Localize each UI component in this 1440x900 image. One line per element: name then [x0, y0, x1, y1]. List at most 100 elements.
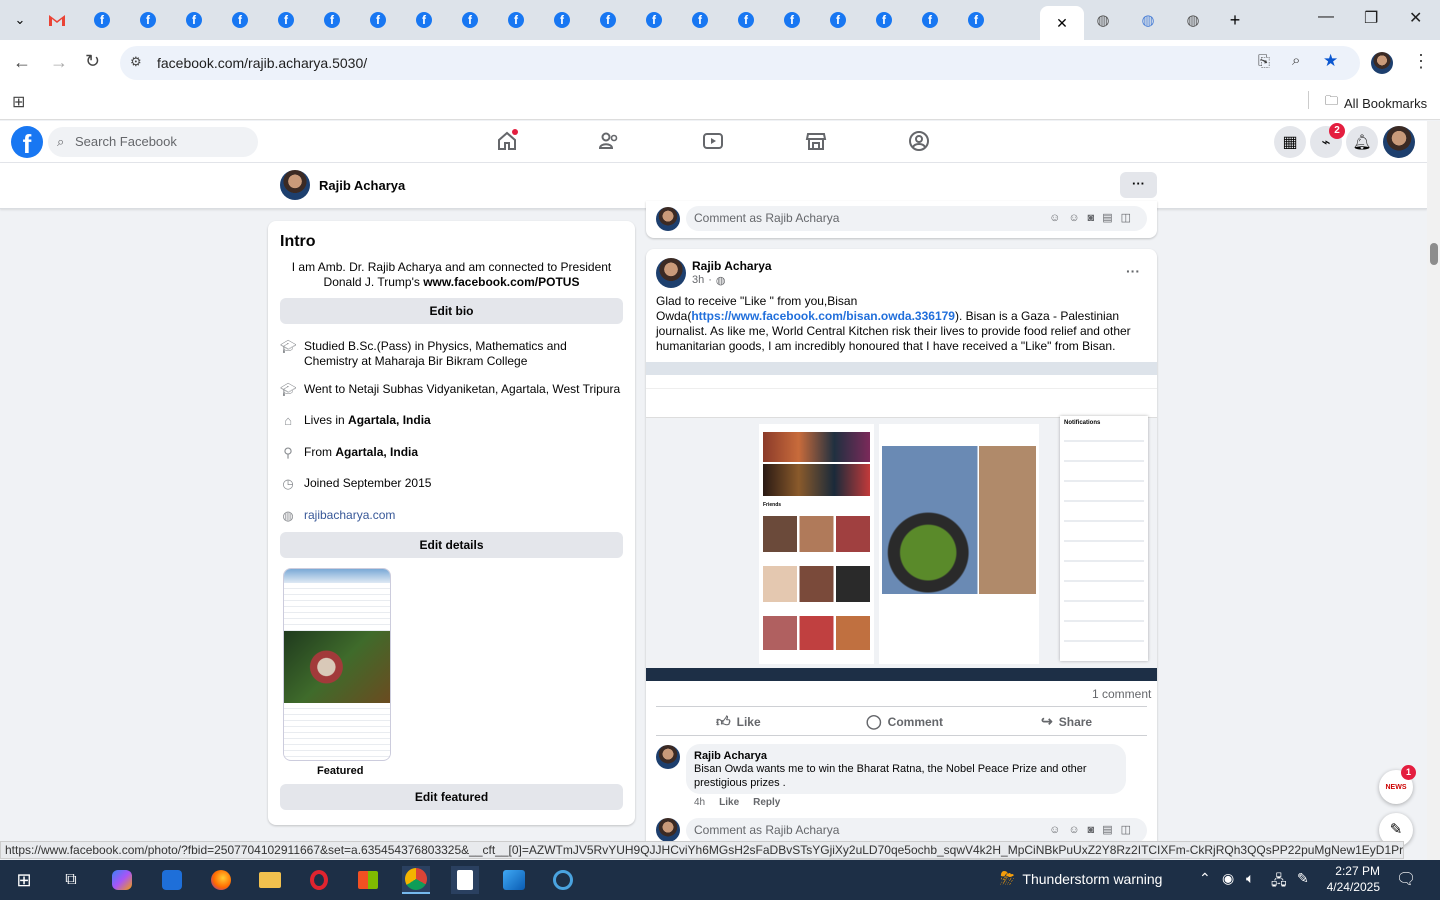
tab-facebook[interactable]: f [547, 6, 577, 34]
clock[interactable]: 2:27 PM 4/24/2025 [1320, 863, 1380, 895]
video-icon[interactable] [701, 129, 725, 153]
search-input[interactable]: ⌕ Search Facebook [48, 127, 258, 157]
comment-author[interactable]: Rajib Acharya [694, 750, 1118, 762]
forward-button[interactable]: → [50, 52, 68, 73]
page-scrollbar[interactable] [1427, 121, 1440, 860]
weather-widget[interactable]: ⛈ Thunderstorm warning [1000, 868, 1162, 889]
comment-input[interactable]: Comment as Rajib Acharya ☺☺◙▤◫ [686, 818, 1147, 843]
comment-tools-icons[interactable]: ☺☺◙▤◫ [1049, 818, 1139, 843]
comment-like-button[interactable]: Like [719, 797, 739, 808]
comment-time[interactable]: 4h [694, 797, 705, 808]
apps-grid-icon[interactable]: ⊞ [12, 92, 25, 112]
post-author-avatar[interactable] [656, 258, 686, 288]
tab-search-dropdown[interactable]: ⌄ [5, 6, 35, 34]
app-button-blue[interactable] [158, 866, 186, 894]
network-icon[interactable]: 🖧 [1271, 870, 1287, 894]
pen-icon[interactable]: ✎ [1297, 870, 1309, 887]
tab-facebook[interactable]: f [639, 6, 669, 34]
tab-facebook[interactable]: f [87, 6, 117, 34]
address-bar[interactable]: ⚙ facebook.com/rajib.acharya.5030/ ⎘ ⌕ ★ [120, 46, 1360, 80]
menu-grid-button[interactable]: ▦ [1274, 126, 1306, 158]
tab-facebook[interactable]: f [869, 6, 899, 34]
home-icon[interactable] [495, 129, 519, 153]
store-button[interactable] [354, 866, 382, 894]
comment-count[interactable]: 1 comment [1092, 687, 1151, 701]
tab-globe-1[interactable]: ◍ [1088, 6, 1118, 34]
volume-icon[interactable]: 🔈︎ [1246, 870, 1254, 887]
photos-button[interactable] [500, 866, 528, 894]
record-icon[interactable]: ◉ [1222, 870, 1234, 887]
show-hidden-icons-button[interactable]: ⌃ [1199, 870, 1211, 887]
tab-facebook[interactable]: f [455, 6, 485, 34]
profile-avatar[interactable] [280, 170, 310, 200]
intro-item-place[interactable]: Agartala, India [335, 445, 418, 459]
copilot-button[interactable] [108, 866, 136, 894]
tab-facebook[interactable]: f [685, 6, 715, 34]
tab-facebook[interactable]: f [823, 6, 853, 34]
bookmark-star-icon[interactable]: ★ [1323, 51, 1338, 71]
more-options-button[interactable]: ··· [1120, 172, 1157, 198]
zoom-icon[interactable]: ⌕ [1292, 52, 1300, 69]
tab-facebook[interactable]: f [593, 6, 623, 34]
tab-facebook[interactable]: f [317, 6, 347, 34]
url-text[interactable]: facebook.com/rajib.acharya.5030/ [157, 55, 367, 71]
task-view-button[interactable]: ⧉ [57, 866, 85, 894]
new-tab-button[interactable]: + [1220, 6, 1250, 34]
tab-facebook[interactable]: f [133, 6, 163, 34]
tab-facebook[interactable]: f [777, 6, 807, 34]
firefox-button[interactable] [207, 866, 235, 894]
post-time[interactable]: 3h [692, 274, 704, 287]
tab-facebook[interactable]: f [179, 6, 209, 34]
start-button[interactable]: ⊞ [10, 866, 38, 894]
edit-bio-button[interactable]: Edit bio [280, 298, 623, 324]
website-link[interactable]: rajibacharya.com [304, 508, 395, 524]
file-explorer-button[interactable] [256, 866, 284, 894]
minimize-button[interactable]: — [1318, 8, 1334, 26]
friends-icon[interactable] [597, 129, 621, 153]
back-button[interactable]: ← [13, 52, 31, 73]
chrome-button[interactable] [402, 866, 430, 894]
tab-globe-2[interactable]: ◍ [1133, 6, 1163, 34]
tab-facebook[interactable]: f [731, 6, 761, 34]
scrollbar-thumb[interactable] [1430, 243, 1438, 265]
share-button[interactable]: ↪ Share [1041, 713, 1092, 730]
browser-menu-icon[interactable]: ⋮ [1412, 51, 1430, 72]
groups-icon[interactable] [907, 129, 931, 153]
edit-featured-button[interactable]: Edit featured [280, 784, 623, 810]
marketplace-icon[interactable] [804, 129, 828, 153]
notification-center-icon[interactable]: 🗨︎ [1396, 869, 1416, 889]
tab-facebook[interactable]: f [961, 6, 991, 34]
facebook-logo[interactable]: f [11, 126, 43, 158]
notepad-button[interactable] [451, 866, 479, 894]
comment-reply-button[interactable]: Reply [753, 797, 780, 808]
tab-active-facebook[interactable]: ✕ [1040, 6, 1084, 40]
site-info-icon[interactable]: ⚙ [130, 54, 142, 70]
tab-globe-3[interactable]: ◍ [1178, 6, 1208, 34]
restore-button[interactable]: ❐ [1364, 8, 1378, 28]
account-avatar[interactable] [1383, 126, 1415, 158]
tab-gmail[interactable] [42, 6, 72, 34]
post-options-icon[interactable]: ··· [1126, 263, 1140, 279]
close-icon[interactable]: ✕ [1056, 15, 1068, 32]
snipping-button[interactable] [549, 866, 577, 894]
opera-button[interactable] [305, 866, 333, 894]
install-app-icon[interactable]: ⎘ [1258, 53, 1270, 70]
news-bubble-button[interactable]: NEWS 1 [1379, 765, 1416, 804]
edit-details-button[interactable]: Edit details [280, 532, 623, 558]
post-photo[interactable]: Friends Notifications [646, 362, 1157, 681]
post-author[interactable]: Rajib Acharya [692, 259, 772, 273]
bio-link[interactable]: www.facebook.com/POTUS [423, 275, 579, 289]
all-bookmarks-button[interactable]: 🗀 All Bookmarks [1325, 92, 1427, 114]
tab-facebook[interactable]: f [915, 6, 945, 34]
comment-button[interactable]: ◯ Comment [866, 713, 943, 730]
intro-item-place[interactable]: Agartala, India [348, 413, 431, 427]
tab-facebook[interactable]: f [225, 6, 255, 34]
profile-name[interactable]: Rajib Acharya [319, 178, 405, 193]
post-link[interactable]: https://www.facebook.com/bisan.owda.3361… [691, 309, 955, 323]
notifications-button[interactable]: 🔔︎ [1346, 126, 1378, 158]
reload-button[interactable]: ↻ [85, 51, 100, 72]
comment-tools-icons[interactable]: ☺☺◙▤◫ [1049, 206, 1139, 231]
close-window-button[interactable]: ✕ [1409, 8, 1422, 28]
tab-facebook[interactable]: f [363, 6, 393, 34]
comment-input[interactable]: Comment as Rajib Acharya ☺☺◙▤◫ [686, 206, 1147, 231]
